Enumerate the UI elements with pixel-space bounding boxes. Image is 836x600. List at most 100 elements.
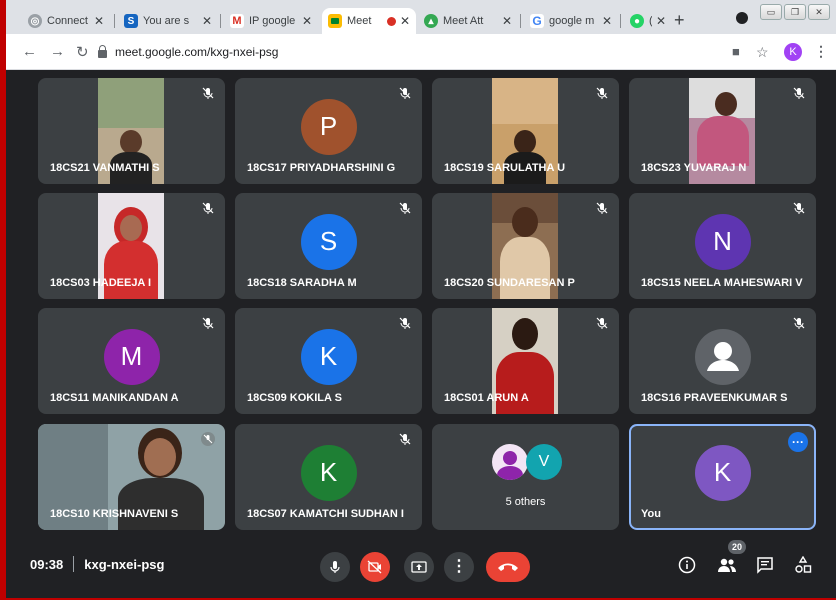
participant-name: 18CS03 HADEEJA I xyxy=(50,277,152,289)
leave-call-button[interactable] xyxy=(486,552,530,582)
participant-tile[interactable]: 18CS16 PRAVEENKUMAR S xyxy=(629,308,816,414)
mic-off-icon xyxy=(399,433,411,445)
tab-gmail[interactable]: M IP google ✕ xyxy=(224,8,318,34)
participant-name: 18CS10 KRISHNAVENI S xyxy=(50,508,179,520)
tab-label: Connect xyxy=(47,15,88,27)
meeting-info-button[interactable] xyxy=(676,554,698,576)
others-avatar: V xyxy=(526,444,562,480)
participant-tile[interactable]: 18CS03 HADEEJA I xyxy=(38,193,225,299)
meet-icon xyxy=(328,14,342,28)
lock-icon xyxy=(98,45,107,58)
tab-meet[interactable]: Meet ✕ xyxy=(322,8,416,34)
more-options-icon[interactable]: ··· xyxy=(788,432,808,452)
tab-label: Meet xyxy=(347,15,372,27)
tab-whatsapp[interactable]: ● (3) Whats ✕ xyxy=(624,8,672,34)
close-icon[interactable]: ✕ xyxy=(202,14,212,28)
participant-tile[interactable]: N 18CS15 NEELA MAHESWARI V xyxy=(629,193,816,299)
url-text: meet.google.com/kxg-nxei-psg xyxy=(115,45,279,59)
camera-off-button[interactable] xyxy=(360,552,390,582)
mic-off-icon xyxy=(202,202,214,214)
tab-connect[interactable]: ◎ Connect ✕ xyxy=(22,8,110,34)
tab-meet-attendance[interactable]: ▴ Meet Att ✕ xyxy=(418,8,518,34)
participant-tile[interactable]: M 18CS11 MANIKANDAN A xyxy=(38,308,225,414)
whatsapp-icon: ● xyxy=(630,14,644,28)
mic-off-icon xyxy=(399,87,411,99)
participant-name: 18CS07 KAMATCHI SUDHAN I xyxy=(247,508,404,520)
address-bar[interactable]: meet.google.com/kxg-nxei-psg xyxy=(98,40,758,64)
new-tab-button[interactable]: + xyxy=(674,10,685,31)
mic-off-icon xyxy=(793,317,805,329)
s-logo-icon: S xyxy=(124,14,138,28)
browser-toolbar: ← → ↻ meet.google.com/kxg-nxei-psg ■ ☆ K… xyxy=(6,34,836,70)
recording-icon xyxy=(386,16,396,26)
maximize-button[interactable]: ❐ xyxy=(784,4,806,20)
back-icon[interactable]: ← xyxy=(22,43,37,60)
participants-button[interactable] xyxy=(716,554,738,576)
others-avatar-photo xyxy=(492,444,528,480)
minimize-button[interactable]: ▭ xyxy=(760,4,782,20)
window-controls: ▭ ❐ ✕ xyxy=(758,4,830,20)
info-icon xyxy=(678,556,696,574)
participant-tile[interactable]: K 18CS09 KOKILA S xyxy=(235,308,422,414)
participant-avatar: N xyxy=(694,213,751,270)
close-icon[interactable]: ✕ xyxy=(94,14,104,28)
participant-tile[interactable]: S 18CS18 SARADHA M xyxy=(235,193,422,299)
participant-tile[interactable]: 18CS01 ARUN A xyxy=(432,308,619,414)
close-icon[interactable]: ✕ xyxy=(602,14,612,28)
mic-off-icon xyxy=(793,87,805,99)
forward-icon[interactable]: → xyxy=(50,43,65,60)
participant-name: 18CS21 VANMATHI S xyxy=(50,162,160,174)
participant-avatar: K xyxy=(300,328,357,385)
present-screen-button[interactable] xyxy=(404,552,434,582)
browser-menu-icon[interactable]: ⋮ xyxy=(814,43,828,60)
participant-name: 18CS01 ARUN A xyxy=(444,392,529,404)
star-icon[interactable]: ☆ xyxy=(756,44,769,61)
tab-google-search[interactable]: G google m ✕ xyxy=(524,8,618,34)
mic-off-icon xyxy=(201,432,215,446)
participant-count-badge: 20 xyxy=(728,540,746,554)
mic-off-icon xyxy=(596,87,608,99)
self-tile[interactable]: K ··· You xyxy=(629,424,816,530)
close-icon[interactable]: ✕ xyxy=(302,14,312,28)
participant-tile[interactable]: 18CS20 SUNDARESAN P xyxy=(432,193,619,299)
tab-you-are[interactable]: S You are s ✕ xyxy=(118,8,218,34)
participant-name: 18CS19 SARULATHA U xyxy=(444,162,566,174)
others-count: 5 others xyxy=(505,496,546,508)
others-tile[interactable]: V 5 others xyxy=(432,424,619,530)
close-icon[interactable]: ✕ xyxy=(400,14,410,28)
participant-tile[interactable]: 18CS10 KRISHNAVENI S xyxy=(38,424,225,530)
meeting-code: kxg-nxei-psg xyxy=(84,556,165,572)
camera-icon[interactable]: ■ xyxy=(732,44,740,59)
participant-name: 18CS17 PRIYADHARSHINI G xyxy=(247,162,396,174)
participant-tile[interactable]: 18CS21 VANMATHI S xyxy=(38,78,225,184)
participant-name: 18CS15 NEELA MAHESWARI V xyxy=(641,277,803,289)
more-options-button[interactable]: ⋮ xyxy=(444,552,474,582)
participant-name: 18CS20 SUNDARESAN P xyxy=(444,277,575,289)
close-icon[interactable]: ✕ xyxy=(502,14,512,28)
participant-name: 18CS18 SARADHA M xyxy=(247,277,357,289)
close-window-button[interactable]: ✕ xyxy=(808,4,830,20)
reload-icon[interactable]: ↻ xyxy=(76,43,89,61)
mic-off-icon xyxy=(596,202,608,214)
mic-off-icon xyxy=(399,202,411,214)
microphone-button[interactable] xyxy=(320,552,350,582)
participant-tile[interactable]: 18CS19 SARULATHA U xyxy=(432,78,619,184)
participant-tile[interactable]: 18CS23 YUVARAJ N xyxy=(629,78,816,184)
self-name: You xyxy=(641,508,661,520)
browser-window: ◎ Connect ✕ S You are s ✕ M IP google ✕ … xyxy=(6,0,836,598)
mic-off-icon xyxy=(202,87,214,99)
participant-tile[interactable]: P 18CS17 PRIYADHARSHINI G xyxy=(235,78,422,184)
activities-button[interactable] xyxy=(792,554,814,576)
profile-indicator-icon[interactable] xyxy=(736,12,748,24)
profile-avatar[interactable]: K xyxy=(784,43,802,61)
meeting-details[interactable]: 09:38 kxg-nxei-psg xyxy=(30,556,164,572)
chat-icon xyxy=(757,557,773,574)
chat-button[interactable] xyxy=(754,554,776,576)
close-icon[interactable]: ✕ xyxy=(656,14,666,28)
google-icon: G xyxy=(530,14,544,28)
mic-off-icon xyxy=(596,317,608,329)
participant-avatar: S xyxy=(300,213,357,270)
tab-label: You are s xyxy=(143,15,190,27)
present-icon xyxy=(411,561,427,573)
participant-tile[interactable]: K 18CS07 KAMATCHI SUDHAN I xyxy=(235,424,422,530)
